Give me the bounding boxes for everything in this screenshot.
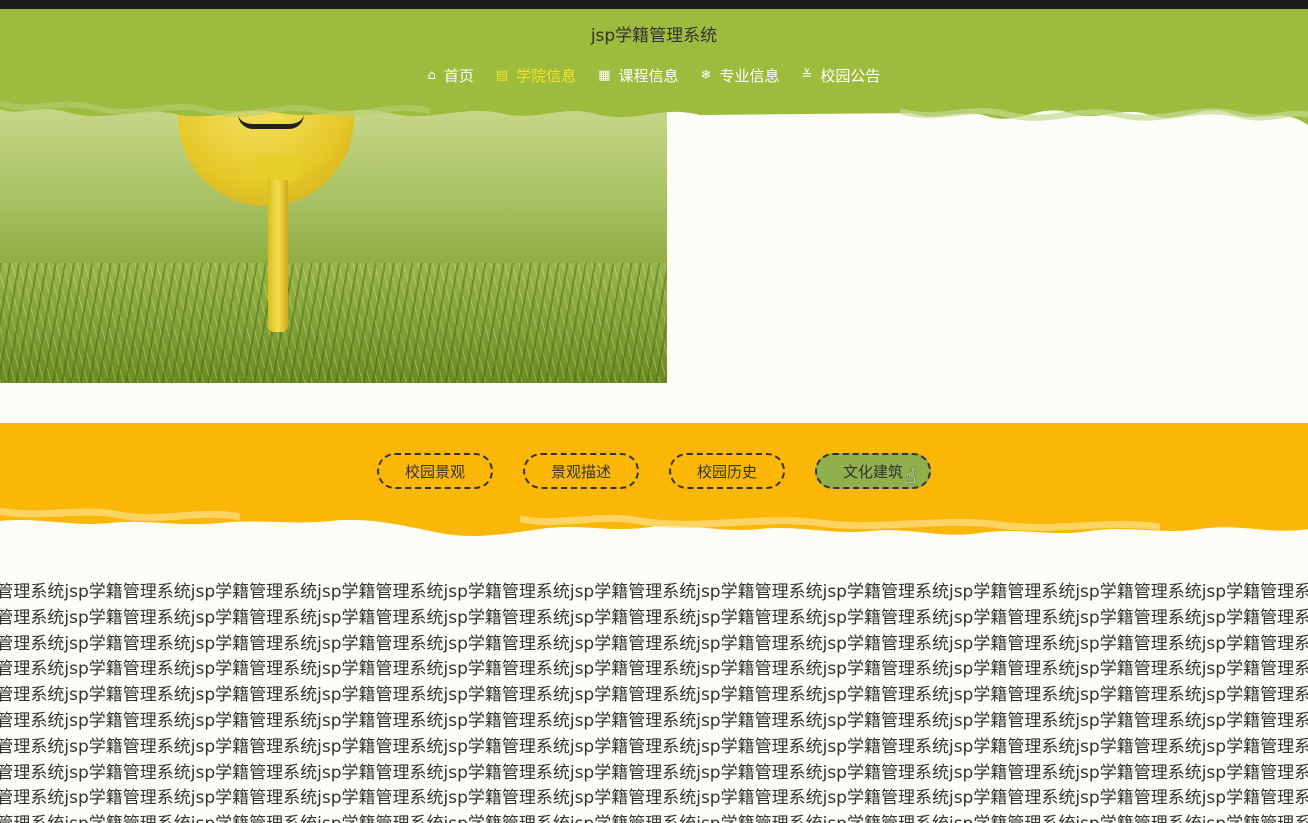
repeated-text-line: jsp学籍管理系统jsp学籍管理系统jsp学籍管理系统jsp学籍管理系统jsp学…: [0, 710, 1308, 731]
nav-item-label: 课程信息: [618, 67, 679, 85]
nav-item-announcements[interactable]: ≚ 校园公告: [801, 65, 880, 86]
tab-band-wave-decoration: [0, 505, 1308, 536]
nav-item-home[interactable]: ⌂ 首页: [428, 65, 474, 86]
repeated-text-line: jsp学籍管理系统jsp学籍管理系统jsp学籍管理系统jsp学籍管理系统jsp学…: [0, 607, 1308, 628]
home-icon: ⌂: [427, 68, 436, 83]
nav-item-course-info[interactable]: ▦ 课程信息: [598, 65, 678, 86]
tab-scenery-description[interactable]: 景观描述: [523, 453, 639, 489]
nav-item-college-info[interactable]: ▤ 学院信息: [496, 65, 576, 86]
hand-cursor-icon: ☝: [904, 464, 917, 488]
nav-item-label: 专业信息: [719, 67, 780, 85]
repeated-text-line: jsp学籍管理系统jsp学籍管理系统jsp学籍管理系统jsp学籍管理系统jsp学…: [0, 788, 1308, 809]
tab-campus-scenery[interactable]: 校园景观: [377, 453, 493, 489]
document-icon: ▤: [495, 68, 509, 83]
sliders-icon: ≚: [801, 68, 813, 83]
grass-decoration: [0, 263, 667, 383]
hero-image-golf-ball: [0, 100, 667, 383]
repeated-text-line: jsp学籍管理系统jsp学籍管理系统jsp学籍管理系统jsp学籍管理系统jsp学…: [0, 736, 1308, 757]
nav-item-label: 校园公告: [820, 67, 881, 85]
header-wave-decoration: [0, 95, 1308, 125]
repeated-text-line: jsp学籍管理系统jsp学籍管理系统jsp学籍管理系统jsp学籍管理系统jsp学…: [0, 633, 1308, 654]
golf-tee-stem-decoration: [268, 180, 288, 332]
repeated-description-text: jsp学籍管理系统jsp学籍管理系统jsp学籍管理系统jsp学籍管理系统jsp学…: [0, 580, 1308, 823]
repeated-text-line: jsp学籍管理系统jsp学籍管理系统jsp学籍管理系统jsp学籍管理系统jsp学…: [0, 762, 1308, 783]
site-header: jsp学籍管理系统 ⌂ 首页 ▤ 学院信息 ▦ 课程信息 ❄ 专业信息 ≚ 校园…: [0, 9, 1308, 101]
repeated-text-line: jsp学籍管理系统jsp学籍管理系统jsp学籍管理系统jsp学籍管理系统jsp学…: [0, 812, 1308, 823]
nav-item-label: 首页: [443, 67, 474, 85]
category-tabs: 校园景观 景观描述 校园历史 文化建筑: [0, 453, 1308, 489]
nav-item-label: 学院信息: [516, 67, 577, 85]
snowflake-icon: ❄: [700, 68, 712, 83]
repeated-text-line: jsp学籍管理系统jsp学籍管理系统jsp学籍管理系统jsp学籍管理系统jsp学…: [0, 685, 1308, 706]
repeated-text-line: jsp学籍管理系统jsp学籍管理系统jsp学籍管理系统jsp学籍管理系统jsp学…: [0, 659, 1308, 680]
grid-icon: ▦: [598, 68, 611, 83]
site-title: jsp学籍管理系统: [590, 26, 718, 46]
repeated-text-line: jsp学籍管理系统jsp学籍管理系统jsp学籍管理系统jsp学籍管理系统jsp学…: [0, 582, 1308, 602]
nav-item-major-info[interactable]: ❄ 专业信息: [701, 65, 780, 86]
main-nav: ⌂ 首页 ▤ 学院信息 ▦ 课程信息 ❄ 专业信息 ≚ 校园公告: [0, 65, 1308, 86]
tab-campus-history[interactable]: 校园历史: [669, 453, 785, 489]
window-top-bar: [0, 0, 1308, 9]
